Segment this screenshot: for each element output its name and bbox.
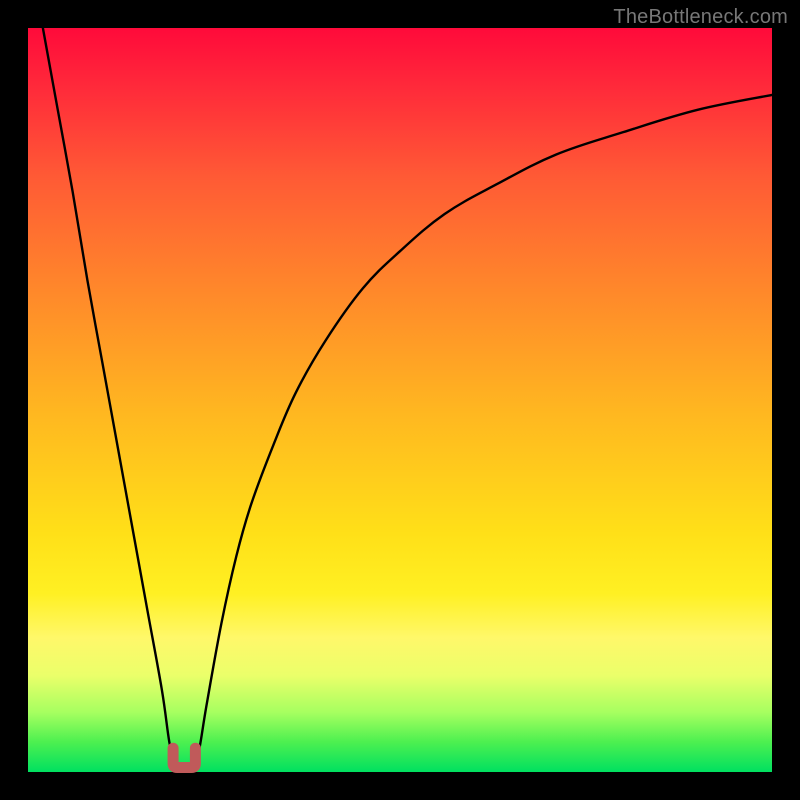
curve-right-branch bbox=[193, 95, 772, 767]
optimum-marker bbox=[173, 748, 195, 767]
plot-area bbox=[28, 28, 772, 772]
bottleneck-curve bbox=[28, 28, 772, 772]
watermark-text: TheBottleneck.com bbox=[613, 6, 788, 29]
curve-left-branch bbox=[43, 28, 175, 767]
